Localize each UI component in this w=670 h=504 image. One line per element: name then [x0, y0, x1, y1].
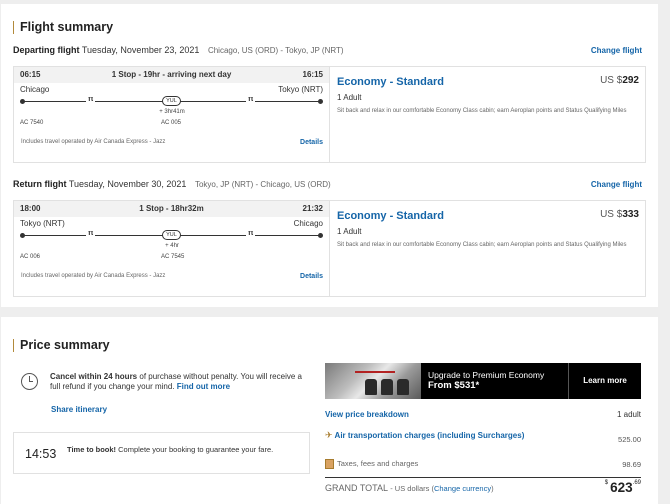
return-fare-name[interactable]: Economy - Standard — [337, 210, 444, 222]
premium-cabin-image — [325, 363, 421, 399]
cabin-seat — [397, 379, 409, 395]
return-route: Tokyo, JP (NRT) - Chicago, US (ORD) — [194, 180, 331, 189]
departing-destination: Tokyo (NRT) — [278, 85, 323, 94]
grand-total-row: GRAND TOTAL - US dollars (Change currenc… — [325, 477, 641, 504]
departing-end-dot — [318, 99, 323, 104]
departing-price-value: 292 — [622, 75, 639, 86]
clock-icon — [21, 373, 38, 390]
return-stops: 1 Stop - 18hr32m — [139, 204, 204, 213]
return-end-dot — [318, 233, 323, 238]
return-details-link[interactable]: Details — [300, 273, 323, 280]
price-breakdown-header: View price breakdown 1 adult — [325, 410, 641, 419]
departing-route: Chicago, US (ORD) - Tokyo, JP (NRT) — [207, 46, 344, 55]
cabin-accent — [355, 371, 395, 373]
departing-arrive-time: 16:15 — [302, 70, 323, 79]
departing-fare: Economy - Standard US $292 1 Adult Sit b… — [337, 67, 639, 162]
departing-label: Departing flight — [13, 45, 80, 55]
wifi-icon: 𝛑 — [86, 228, 96, 238]
return-passengers: 1 Adult — [337, 227, 362, 236]
air-charges-value: 525.00 — [618, 435, 641, 444]
find-out-more-link[interactable]: Find out more — [177, 382, 230, 391]
upgrade-line-1: Upgrade to Premium Economy — [428, 370, 545, 380]
return-fare-description: Sit back and relax in our comfortable Ec… — [337, 242, 627, 248]
return-itinerary: 18:00 1 Stop - 18hr32m 21:32 Tokyo (NRT)… — [14, 201, 330, 296]
wifi-icon: 𝛑 — [246, 94, 256, 104]
departing-flight-number-1: AC 7540 — [20, 120, 44, 126]
return-change-flight-link[interactable]: Change flight — [591, 180, 642, 189]
return-start-dot — [20, 233, 25, 238]
price-summary-title: Price summary — [13, 339, 110, 352]
grand-total-currency: - US dollars (Change currency) — [390, 484, 493, 493]
currency-text: - US dollars ( — [390, 484, 434, 493]
learn-more-button[interactable]: Learn more — [568, 363, 641, 399]
departing-flight-number-2: AC 005 — [161, 120, 182, 126]
grand-total-whole: 623 — [610, 480, 633, 495]
return-label: Return flight — [13, 179, 67, 189]
return-flight-number-2: AC 7545 — [161, 254, 185, 260]
departing-layover: + 3hr41m — [159, 109, 185, 115]
grand-total-label: GRAND TOTAL - US dollars (Change currenc… — [325, 483, 494, 493]
return-connection-airport: YUL — [162, 230, 181, 240]
departing-itinerary: 06:15 1 Stop - 19hr - arriving next day … — [14, 67, 330, 162]
grand-total-amount: $623.69 — [605, 480, 641, 495]
departing-change-flight-link[interactable]: Change flight — [591, 46, 642, 55]
departing-start-dot — [20, 99, 25, 104]
upgrade-line-2: From $531* — [428, 380, 480, 391]
cancel-policy-text: Cancel within 24 hours of purchase witho… — [50, 372, 310, 391]
wifi-icon: 𝛑 — [86, 94, 96, 104]
return-arrive-time: 21:32 — [302, 204, 323, 213]
departing-fare-description: Sit back and relax in our comfortable Ec… — [337, 108, 627, 114]
booking-timer-text: Time to book! Complete your booking to g… — [67, 445, 297, 454]
currency-close: ) — [491, 484, 494, 493]
return-operated-note: Includes travel operated by Air Canada E… — [21, 273, 166, 279]
departing-origin: Chicago — [20, 85, 50, 94]
return-destination: Chicago — [293, 219, 323, 228]
timer-bold: Time to book! — [67, 445, 117, 454]
return-date: Tuesday, November 30, 2021 — [68, 179, 187, 189]
grand-total-text: GRAND TOTAL — [325, 483, 388, 493]
flight-summary-title: Flight summary — [13, 21, 113, 34]
taxes-value: 98.69 — [622, 460, 641, 469]
cabin-seat — [381, 379, 393, 395]
booking-timer-box: 14:53 Time to book! Complete your bookin… — [13, 432, 310, 474]
departing-flight-box: 06:15 1 Stop - 19hr - arriving next day … — [13, 66, 646, 163]
departing-date: Tuesday, November 23, 2021 — [81, 45, 200, 55]
passenger-count: 1 adult — [616, 410, 641, 419]
departing-heading: Departing flight Tuesday, November 23, 2… — [13, 45, 344, 55]
return-flight-number-1: AC 006 — [20, 254, 41, 260]
cancel-bold: Cancel within 24 hours — [50, 372, 138, 381]
departing-passengers: 1 Adult — [337, 93, 362, 102]
departing-connection-airport: YUL — [162, 96, 181, 106]
timer-rest: Complete your booking to guarantee your … — [116, 445, 274, 454]
departing-details-link[interactable]: Details — [300, 139, 323, 146]
view-price-breakdown-link[interactable]: View price breakdown — [325, 410, 409, 419]
departing-currency: US $ — [600, 75, 623, 86]
departing-operated-note: Includes travel operated by Air Canada E… — [21, 139, 166, 145]
return-fare: Economy - Standard US $333 1 Adult Sit b… — [337, 201, 639, 296]
flight-summary-card: Flight summary Departing flight Tuesday,… — [1, 4, 658, 307]
upgrade-banner[interactable]: Upgrade to Premium Economy From $531* Le… — [325, 363, 641, 399]
grand-total-cents: .69 — [632, 480, 641, 486]
return-layover: + 4hr — [165, 243, 179, 249]
return-fare-price: US $333 — [600, 209, 639, 220]
change-currency-link[interactable]: Change currency — [434, 484, 491, 493]
wifi-icon: 𝛑 — [246, 228, 256, 238]
return-currency: US $ — [600, 209, 623, 220]
return-origin: Tokyo (NRT) — [20, 219, 65, 228]
return-flight-box: 18:00 1 Stop - 18hr32m 21:32 Tokyo (NRT)… — [13, 200, 646, 297]
share-itinerary-link[interactable]: Share itinerary — [51, 405, 107, 414]
departing-stops: 1 Stop - 19hr - arriving next day — [111, 70, 232, 79]
return-heading: Return flight Tuesday, November 30, 2021… — [13, 179, 331, 189]
upgrade-text: Upgrade to Premium Economy From $531* — [428, 370, 544, 391]
cabin-seat — [365, 379, 377, 395]
grand-total-symbol: $ — [604, 480, 609, 486]
return-price-value: 333 — [622, 209, 639, 220]
departing-fare-price: US $292 — [600, 75, 639, 86]
booking-timer: 14:53 — [25, 447, 57, 461]
departing-fare-name[interactable]: Economy - Standard — [337, 76, 444, 88]
